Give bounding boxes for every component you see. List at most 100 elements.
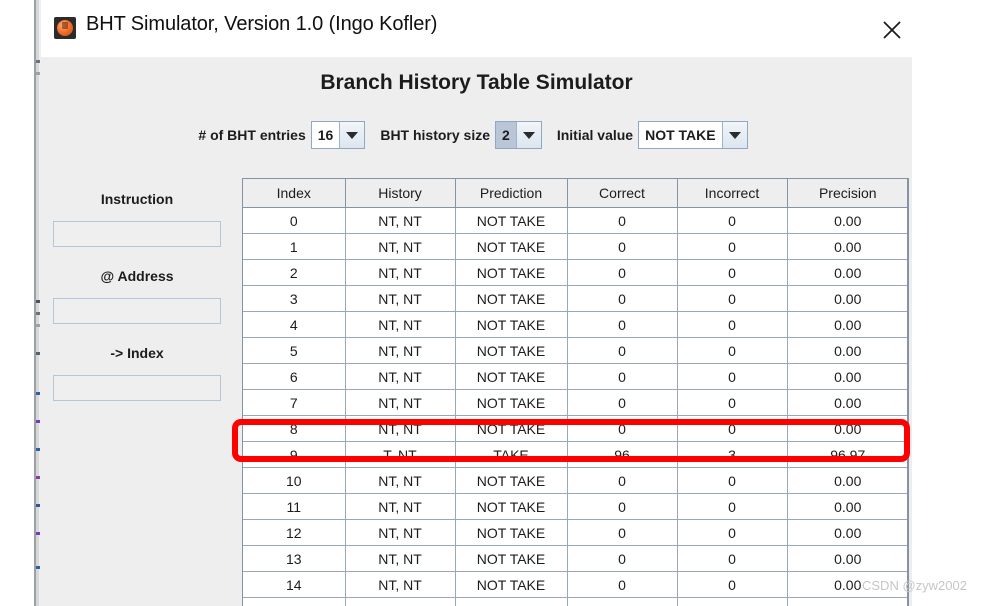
bht-history-size-dropdown[interactable]: 2 bbox=[495, 121, 542, 149]
table-row[interactable]: 13 NT, NT NOT TAKE 0 0 0.00 bbox=[243, 545, 907, 572]
table-cell: NOT TAKE bbox=[455, 207, 568, 234]
chevron-down-icon[interactable] bbox=[339, 122, 365, 148]
table-cell: 9 bbox=[243, 441, 346, 468]
table-cell: 0.00 bbox=[787, 519, 907, 546]
column-header-incorrect[interactable]: Incorrect bbox=[677, 179, 788, 208]
table-cell: NT, NT bbox=[345, 545, 456, 572]
table-cell: 0 bbox=[567, 597, 678, 606]
table-cell: 0 bbox=[677, 285, 788, 312]
table-row[interactable]: 0 NT, NT NOT TAKE 0 0 0.00 bbox=[243, 207, 907, 234]
bht-history-size-value: 2 bbox=[496, 122, 516, 148]
table-row[interactable]: 8 NT, NT NOT TAKE 0 0 0.00 bbox=[243, 415, 907, 442]
index-input[interactable] bbox=[53, 375, 221, 401]
table-row[interactable]: 12 NT, NT NOT TAKE 0 0 0.00 bbox=[243, 519, 907, 546]
table-row[interactable]: 7 NT, NT NOT TAKE 0 0 0.00 bbox=[243, 389, 907, 416]
table-cell: 8 bbox=[243, 415, 346, 442]
table-cell: TAKE bbox=[455, 441, 568, 468]
column-header-prediction[interactable]: Prediction bbox=[455, 179, 568, 208]
table-cell: 0.00 bbox=[787, 545, 907, 572]
column-header-index[interactable]: Index bbox=[243, 179, 346, 208]
main-panel: Branch History Table Simulator # of BHT … bbox=[41, 57, 912, 606]
table-row[interactable]: 11 NT, NT NOT TAKE 0 0 0.00 bbox=[243, 493, 907, 520]
bht-entries-dropdown[interactable]: 16 bbox=[310, 121, 366, 149]
table-cell: 6 bbox=[243, 363, 346, 390]
table-cell: NT, NT bbox=[345, 337, 456, 364]
table-cell: NOT TAKE bbox=[455, 571, 568, 598]
table-cell: NT, NT bbox=[345, 363, 456, 390]
table-cell: NT, NT bbox=[345, 259, 456, 286]
table-cell: 15 bbox=[243, 597, 346, 606]
table-cell: 0 bbox=[677, 363, 788, 390]
table-row[interactable]: 5 NT, NT NOT TAKE 0 0 0.00 bbox=[243, 337, 907, 364]
address-label: @ Address bbox=[100, 268, 174, 284]
table-cell: 0.00 bbox=[787, 207, 907, 234]
table-body: 0 NT, NT NOT TAKE 0 0 0.00 1 NT, NT NOT TAKE 0 0 0.… bbox=[243, 207, 907, 606]
column-header-precision[interactable]: Precision bbox=[787, 179, 907, 208]
table-cell: 0 bbox=[677, 545, 788, 572]
table-cell: NOT TAKE bbox=[455, 233, 568, 260]
table-cell: 4 bbox=[243, 311, 346, 338]
table-cell: 0 bbox=[677, 259, 788, 286]
table-cell: 0 bbox=[567, 285, 678, 312]
table-cell: 14 bbox=[243, 571, 346, 598]
table-row[interactable]: 4 NT, NT NOT TAKE 0 0 0.00 bbox=[243, 311, 907, 338]
bht-entries-label: # of BHT entries bbox=[198, 127, 306, 143]
chevron-down-icon[interactable] bbox=[515, 122, 541, 148]
table-cell: 0 bbox=[677, 493, 788, 520]
table-cell: NOT TAKE bbox=[455, 285, 568, 312]
table-cell: 1 bbox=[243, 233, 346, 260]
column-header-history[interactable]: History bbox=[345, 179, 456, 208]
java-coffee-cup-icon bbox=[54, 17, 76, 39]
table-cell: NOT TAKE bbox=[455, 337, 568, 364]
table-cell: 0 bbox=[567, 545, 678, 572]
table-cell: NOT TAKE bbox=[455, 259, 568, 286]
close-icon bbox=[883, 21, 901, 39]
table-cell: NT, NT bbox=[345, 571, 456, 598]
initial-value-label: Initial value bbox=[556, 127, 634, 143]
table-row[interactable]: 2 NT, NT NOT TAKE 0 0 0.00 bbox=[243, 259, 907, 286]
table-cell: 0 bbox=[567, 467, 678, 494]
column-header-correct[interactable]: Correct bbox=[567, 179, 678, 208]
window-title: BHT Simulator, Version 1.0 (Ingo Kofler) bbox=[86, 13, 438, 35]
table-cell: 0 bbox=[567, 233, 678, 260]
table-cell: 3 bbox=[243, 285, 346, 312]
table-cell: 96 bbox=[567, 441, 678, 468]
table-cell: 7 bbox=[243, 389, 346, 416]
table-row[interactable]: 14 NT, NT NOT TAKE 0 0 0.00 bbox=[243, 571, 907, 598]
table-cell: 0 bbox=[677, 415, 788, 442]
table-cell: 0 bbox=[567, 337, 678, 364]
table-cell: 0 bbox=[567, 571, 678, 598]
table-row[interactable]: 9 T, NT TAKE 96 3 96.97 bbox=[243, 441, 907, 468]
table-row[interactable]: 3 NT, NT NOT TAKE 0 0 0.00 bbox=[243, 285, 907, 312]
table-cell: 0.00 bbox=[787, 493, 907, 520]
table-cell: 0 bbox=[677, 389, 788, 416]
table-row[interactable]: 10 NT, NT NOT TAKE 0 0 0.00 bbox=[243, 467, 907, 494]
table-cell: NT, NT bbox=[345, 311, 456, 338]
instruction-input[interactable] bbox=[53, 221, 221, 247]
table-cell: NOT TAKE bbox=[455, 311, 568, 338]
initial-value-dropdown[interactable]: NOT TAKE bbox=[638, 121, 748, 149]
table-cell: 0 bbox=[567, 415, 678, 442]
table-row[interactable]: 15NT, NTNOT TAKE000.00 bbox=[243, 597, 907, 606]
table-cell: 0.00 bbox=[787, 337, 907, 364]
address-input[interactable] bbox=[53, 298, 221, 324]
close-button[interactable] bbox=[869, 10, 915, 48]
table-cell: 0 bbox=[567, 493, 678, 520]
config-toolbar: # of BHT entries 16 BHT history size 2 I… bbox=[41, 119, 912, 151]
table-row[interactable]: 1 NT, NT NOT TAKE 0 0 0.00 bbox=[243, 233, 907, 260]
chevron-down-icon[interactable] bbox=[721, 122, 747, 148]
table-cell: NT, NT bbox=[345, 467, 456, 494]
table-cell: NT, NT bbox=[345, 233, 456, 260]
table-cell: 0 bbox=[677, 597, 788, 606]
table-cell: 0 bbox=[567, 389, 678, 416]
table-cell: 0 bbox=[567, 259, 678, 286]
table-cell: 0 bbox=[567, 363, 678, 390]
table-cell: 12 bbox=[243, 519, 346, 546]
table-cell: NT, NT bbox=[345, 415, 456, 442]
bht-table-viewport[interactable]: Index History Prediction Correct Incorrect Pr… bbox=[242, 178, 909, 606]
table-cell: 11 bbox=[243, 493, 346, 520]
table-cell: NOT TAKE bbox=[455, 467, 568, 494]
table-row[interactable]: 6 NT, NT NOT TAKE 0 0 0.00 bbox=[243, 363, 907, 390]
table-cell: 0 bbox=[567, 519, 678, 546]
table-cell: 13 bbox=[243, 545, 346, 572]
